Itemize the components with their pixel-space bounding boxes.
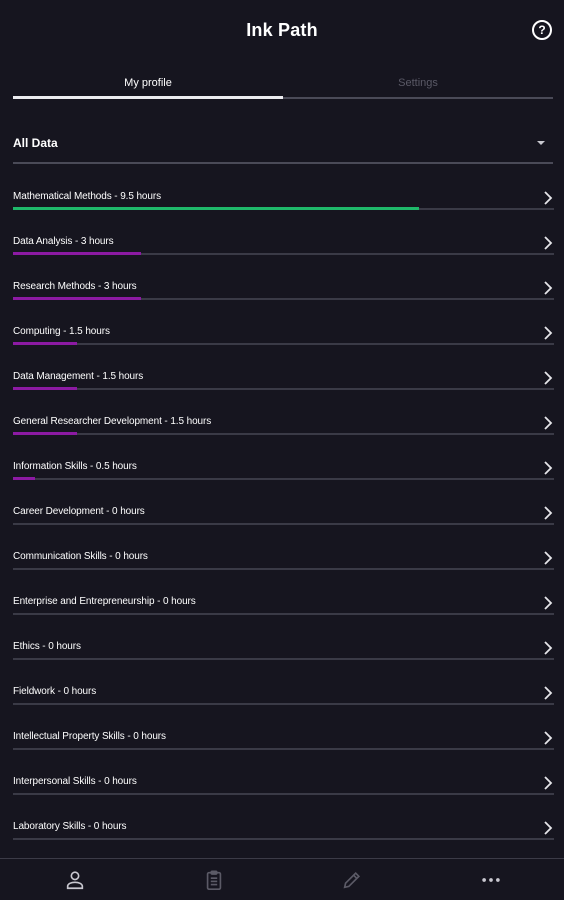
chevron-right-icon (544, 551, 553, 565)
skill-row[interactable]: Data Management - 1.5 hours (13, 360, 554, 405)
skill-row[interactable]: Computing - 1.5 hours (13, 315, 554, 360)
pencil-icon[interactable] (341, 869, 363, 891)
progress-fill (13, 387, 77, 390)
skill-row[interactable]: Ethics - 0 hours (13, 630, 554, 675)
skill-label: Enterprise and Entrepreneurship - 0 hour… (13, 596, 196, 607)
skill-label: Data Analysis - 3 hours (13, 236, 114, 247)
chevron-right-icon (544, 686, 553, 700)
person-icon[interactable] (64, 869, 86, 891)
skill-label: Computing - 1.5 hours (13, 326, 110, 337)
chevron-right-icon (544, 641, 553, 655)
progress-track (13, 343, 554, 345)
progress-fill (13, 252, 141, 255)
progress-track (13, 523, 554, 525)
bottom-nav (0, 859, 564, 900)
skill-row[interactable]: General Researcher Development - 1.5 hou… (13, 405, 554, 450)
caret-down-icon (537, 141, 545, 145)
chevron-right-icon (544, 416, 553, 430)
skill-row[interactable]: Research Methods - 3 hours (13, 270, 554, 315)
skill-label: Fieldwork - 0 hours (13, 686, 97, 697)
skill-label: General Researcher Development - 1.5 hou… (13, 416, 212, 427)
skill-label: Career Development - 0 hours (13, 506, 145, 517)
progress-fill (13, 432, 77, 435)
tab-bar: My profile Settings (13, 72, 553, 102)
app-title: Ink Path (246, 20, 318, 40)
progress-track (13, 793, 554, 795)
progress-track (13, 568, 554, 570)
skill-label: Laboratory Skills - 0 hours (13, 821, 127, 832)
clipboard-icon[interactable] (203, 869, 225, 891)
skill-row[interactable]: Enterprise and Entrepreneurship - 0 hour… (13, 585, 554, 630)
chevron-right-icon (544, 731, 553, 745)
progress-track (13, 658, 554, 660)
progress-track (13, 433, 554, 435)
skill-row[interactable]: Data Analysis - 3 hours (13, 225, 554, 270)
progress-track (13, 838, 554, 840)
chevron-right-icon (544, 821, 553, 835)
tab-active-indicator (13, 96, 283, 99)
app-root: Ink Path ? My profile Settings All Data … (0, 0, 564, 900)
skill-label: Mathematical Methods - 9.5 hours (13, 191, 161, 202)
skill-list: Mathematical Methods - 9.5 hours Data Ana… (13, 180, 554, 855)
dropdown-selected-value: All Data (13, 136, 58, 150)
skill-label: Interpersonal Skills - 0 hours (13, 776, 137, 787)
app-header: Ink Path ? (0, 0, 564, 64)
chevron-right-icon (544, 371, 553, 385)
chevron-right-icon (544, 776, 553, 790)
skill-row[interactable]: Information Skills - 0.5 hours (13, 450, 554, 495)
skill-label: Communication Skills - 0 hours (13, 551, 148, 562)
dropdown-underline (13, 162, 553, 164)
skill-label: Data Management - 1.5 hours (13, 371, 144, 382)
progress-track (13, 478, 554, 480)
skill-row[interactable]: Communication Skills - 0 hours (13, 540, 554, 585)
skill-row[interactable]: Career Development - 0 hours (13, 495, 554, 540)
progress-fill (13, 297, 141, 300)
skill-row[interactable]: Mathematical Methods - 9.5 hours (13, 180, 554, 225)
progress-fill (13, 342, 77, 345)
skill-label: Intellectual Property Skills - 0 hours (13, 731, 166, 742)
tab-my-profile[interactable]: My profile (13, 72, 283, 98)
chevron-right-icon (544, 191, 553, 205)
tab-settings[interactable]: Settings (283, 72, 553, 98)
progress-track (13, 613, 554, 615)
progress-track (13, 748, 554, 750)
progress-track (13, 703, 554, 705)
chevron-right-icon (544, 281, 553, 295)
progress-fill (13, 477, 35, 480)
skill-row[interactable]: Intellectual Property Skills - 0 hours (13, 720, 554, 765)
skill-label: Ethics - 0 hours (13, 641, 81, 652)
chevron-right-icon (544, 596, 553, 610)
progress-track (13, 388, 554, 390)
skill-row[interactable]: Fieldwork - 0 hours (13, 675, 554, 720)
skill-row[interactable]: Laboratory Skills - 0 hours (13, 810, 554, 855)
skill-label: Research Methods - 3 hours (13, 281, 137, 292)
chevron-right-icon (544, 326, 553, 340)
data-filter-dropdown[interactable]: All Data (13, 128, 553, 166)
more-icon[interactable] (480, 869, 502, 891)
skill-row[interactable]: Interpersonal Skills - 0 hours (13, 765, 554, 810)
chevron-right-icon (544, 236, 553, 250)
skill-label: Information Skills - 0.5 hours (13, 461, 137, 472)
chevron-right-icon (544, 461, 553, 475)
chevron-right-icon (544, 506, 553, 520)
help-circle-icon[interactable]: ? (532, 20, 552, 40)
progress-fill (13, 207, 419, 210)
